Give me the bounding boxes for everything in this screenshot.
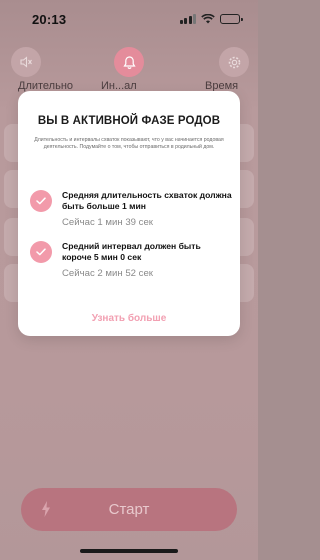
notifications-button[interactable]: [114, 47, 144, 77]
home-indicator: [80, 549, 178, 553]
bell-icon: [122, 55, 136, 69]
gear-icon: [228, 56, 240, 68]
wifi-icon: [201, 14, 215, 24]
status-time: 20:13: [32, 11, 67, 27]
criteria-current-value: Сейчас 1 мин 39 сек: [62, 217, 154, 228]
criteria-title: Средний интервал должен быть короче 5 ми…: [62, 241, 201, 262]
status-bar: 20:13: [0, 0, 258, 38]
modal-title: ВЫ В АКТИВНОЙ ФАЗЕ РОДОВ: [37, 115, 221, 127]
start-button-label: Старт: [108, 501, 150, 518]
check-circle: [30, 241, 52, 263]
status-icons: [179, 14, 243, 24]
check-icon: [36, 197, 46, 205]
check-circle: [30, 190, 52, 212]
settings-button[interactable]: [219, 47, 249, 77]
criteria-title: Средняя длительность схваток должна быть…: [62, 190, 232, 211]
criteria-current-value: Сейчас 2 мин 52 сек: [62, 268, 154, 279]
sound-toggle-button[interactable]: [11, 47, 41, 77]
modal-description: Длительность и интервалы схваток показыв…: [34, 137, 224, 150]
active-labor-modal: ВЫ В АКТИВНОЙ ФАЗЕ РОДОВ Длительность и …: [18, 91, 240, 336]
learn-more-link[interactable]: Узнать больше: [18, 313, 240, 324]
speaker-muted-icon: [20, 56, 32, 68]
check-icon: [36, 248, 46, 256]
cellular-signal-icon: [179, 14, 196, 24]
lightning-bolt-icon: [42, 501, 50, 517]
battery-icon: [220, 14, 243, 24]
start-button[interactable]: Старт: [21, 488, 237, 531]
